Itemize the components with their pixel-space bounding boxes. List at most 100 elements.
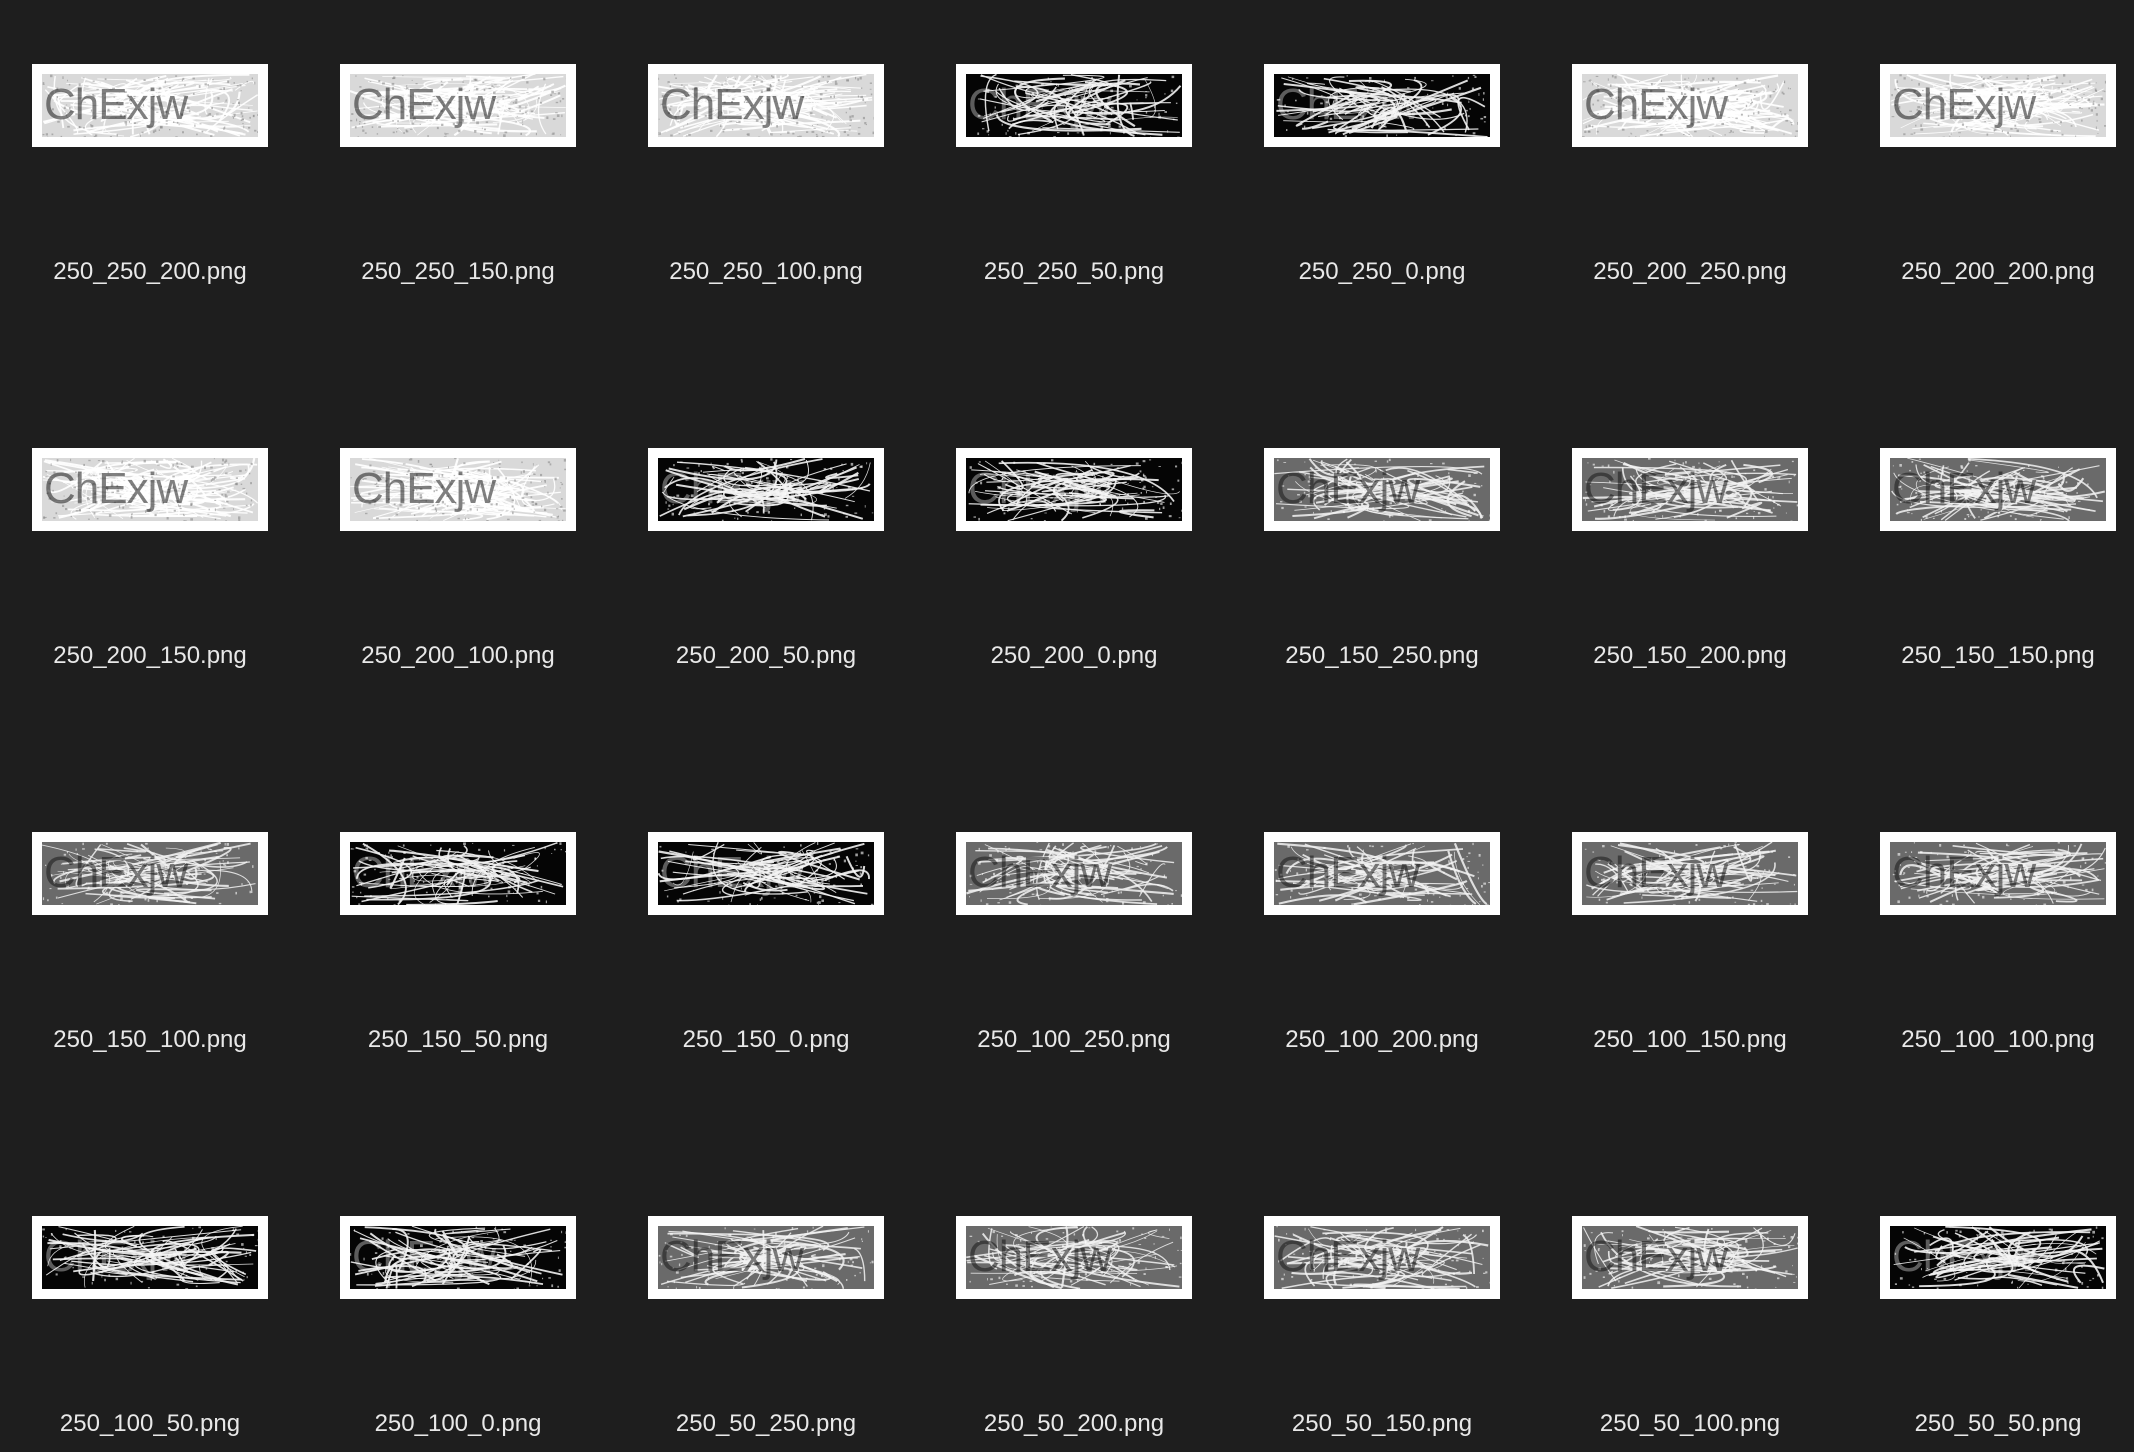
captcha-text: ChExjw [352,74,495,136]
captcha-image: ChExjw [1582,458,1798,521]
file-grid: ChExjw 250_250_200.png ChExjw 250_250_150.p… [0,0,2134,1444]
file-name-label[interactable]: 250_200_250.png [1540,258,1840,286]
file-item[interactable]: ChExjw 250_200_0.png [924,384,1224,684]
captcha-image: ChExjw [1582,1226,1798,1289]
captcha-text: ChExjw [1276,1226,1419,1288]
file-item[interactable]: ChExjw 250_100_200.png [1232,768,1532,1068]
file-item[interactable]: ChExjw 250_200_150.png [0,384,300,684]
captcha-image: ChExjw [350,842,566,905]
captcha-image: ChExjw [42,458,258,521]
file-thumbnail[interactable]: ChExjw [1880,832,2116,915]
file-thumbnail[interactable]: ChExjw [32,1216,268,1299]
file-name-label[interactable]: 250_100_200.png [1232,1026,1532,1054]
file-name-label[interactable]: 250_50_250.png [616,1410,916,1438]
file-name-label[interactable]: 250_200_150.png [0,642,300,670]
file-thumbnail[interactable]: ChExjw [1264,448,1500,531]
file-item[interactable]: ChExjw 250_250_100.png [616,0,916,300]
file-item[interactable]: ChExjw 250_250_50.png [924,0,1224,300]
file-thumbnail[interactable]: ChExjw [340,64,576,147]
file-thumbnail[interactable]: ChExjw [1572,64,1808,147]
file-thumbnail[interactable]: ChExjw [648,64,884,147]
file-thumbnail[interactable]: ChExjw [956,1216,1192,1299]
file-name-label[interactable]: 250_150_200.png [1540,642,1840,670]
file-item[interactable]: ChExjw 250_100_50.png [0,1152,300,1452]
file-name-label[interactable]: 250_250_50.png [924,258,1224,286]
file-item[interactable]: ChExjw 250_250_0.png [1232,0,1532,300]
file-name-label[interactable]: 250_250_100.png [616,258,916,286]
file-thumbnail[interactable]: ChExjw [340,832,576,915]
file-item[interactable]: ChExjw 250_150_200.png [1540,384,1840,684]
file-name-label[interactable]: 250_200_200.png [1848,258,2134,286]
file-name-label[interactable]: 250_200_0.png [924,642,1224,670]
file-name-label[interactable]: 250_100_150.png [1540,1026,1840,1054]
file-thumbnail[interactable]: ChExjw [1880,64,2116,147]
file-item[interactable]: ChExjw 250_200_200.png [1848,0,2134,300]
file-name-label[interactable]: 250_150_250.png [1232,642,1532,670]
file-thumbnail[interactable]: ChExjw [648,1216,884,1299]
file-thumbnail[interactable]: ChExjw [956,64,1192,147]
file-name-label[interactable]: 250_200_50.png [616,642,916,670]
captcha-image: ChExjw [658,458,874,521]
file-item[interactable]: ChExjw 250_100_150.png [1540,768,1840,1068]
captcha-image: ChExjw [1582,842,1798,905]
file-item[interactable]: ChExjw 250_200_50.png [616,384,916,684]
file-thumbnail[interactable]: ChExjw [340,1216,576,1299]
file-name-label[interactable]: 250_50_200.png [924,1410,1224,1438]
file-item[interactable]: ChExjw 250_50_50.png [1848,1152,2134,1452]
file-item[interactable]: ChExjw 250_150_150.png [1848,384,2134,684]
file-item[interactable]: ChExjw 250_150_0.png [616,768,916,1068]
captcha-image: ChExjw [966,1226,1182,1289]
file-name-label[interactable]: 250_50_100.png [1540,1410,1840,1438]
file-item[interactable]: ChExjw 250_50_250.png [616,1152,916,1452]
file-thumbnail[interactable]: ChExjw [1264,64,1500,147]
file-item[interactable]: ChExjw 250_50_150.png [1232,1152,1532,1452]
file-name-label[interactable]: 250_150_150.png [1848,642,2134,670]
file-name-label[interactable]: 250_250_150.png [308,258,608,286]
file-thumbnail[interactable]: ChExjw [1264,832,1500,915]
file-thumbnail[interactable]: ChExjw [32,448,268,531]
file-thumbnail[interactable]: ChExjw [956,832,1192,915]
file-item[interactable]: ChExjw 250_150_100.png [0,768,300,1068]
file-name-label[interactable]: 250_50_150.png [1232,1410,1532,1438]
file-thumbnail[interactable]: ChExjw [956,448,1192,531]
file-thumbnail[interactable]: ChExjw [1572,832,1808,915]
captcha-image: ChExjw [42,1226,258,1289]
file-thumbnail[interactable]: ChExjw [1572,448,1808,531]
file-thumbnail[interactable]: ChExjw [1264,1216,1500,1299]
file-thumbnail[interactable]: ChExjw [1572,1216,1808,1299]
file-name-label[interactable]: 250_100_100.png [1848,1026,2134,1054]
file-name-label[interactable]: 250_250_0.png [1232,258,1532,286]
file-item[interactable]: ChExjw 250_100_250.png [924,768,1224,1068]
file-thumbnail[interactable]: ChExjw [1880,448,2116,531]
file-name-label[interactable]: 250_50_50.png [1848,1410,2134,1438]
file-thumbnail[interactable]: ChExjw [648,448,884,531]
file-item[interactable]: ChExjw 250_100_0.png [308,1152,608,1452]
file-thumbnail[interactable]: ChExjw [648,832,884,915]
file-thumbnail[interactable]: ChExjw [1880,1216,2116,1299]
captcha-text: ChExjw [352,458,495,520]
file-name-label[interactable]: 250_250_200.png [0,258,300,286]
file-item[interactable]: ChExjw 250_100_100.png [1848,768,2134,1068]
file-name-label[interactable]: 250_150_50.png [308,1026,608,1054]
captcha-text: ChExjw [968,74,1111,136]
file-item[interactable]: ChExjw 250_150_50.png [308,768,608,1068]
file-name-label[interactable]: 250_150_100.png [0,1026,300,1054]
file-thumbnail[interactable]: ChExjw [32,832,268,915]
file-item[interactable]: ChExjw 250_150_250.png [1232,384,1532,684]
file-item[interactable]: ChExjw 250_200_100.png [308,384,608,684]
captcha-image: ChExjw [350,1226,566,1289]
file-item[interactable]: ChExjw 250_250_200.png [0,0,300,300]
file-name-label[interactable]: 250_200_100.png [308,642,608,670]
captcha-image: ChExjw [350,458,566,521]
file-name-label[interactable]: 250_100_0.png [308,1410,608,1438]
file-thumbnail[interactable]: ChExjw [340,448,576,531]
file-item[interactable]: ChExjw 250_200_250.png [1540,0,1840,300]
file-item[interactable]: ChExjw 250_50_100.png [1540,1152,1840,1452]
captcha-text: ChExjw [44,74,187,136]
file-thumbnail[interactable]: ChExjw [32,64,268,147]
file-item[interactable]: ChExjw 250_50_200.png [924,1152,1224,1452]
file-name-label[interactable]: 250_100_50.png [0,1410,300,1438]
file-name-label[interactable]: 250_150_0.png [616,1026,916,1054]
file-name-label[interactable]: 250_100_250.png [924,1026,1224,1054]
file-item[interactable]: ChExjw 250_250_150.png [308,0,608,300]
